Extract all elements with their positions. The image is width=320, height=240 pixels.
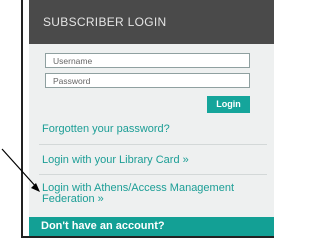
pointer-arrow-icon: [1, 148, 40, 192]
